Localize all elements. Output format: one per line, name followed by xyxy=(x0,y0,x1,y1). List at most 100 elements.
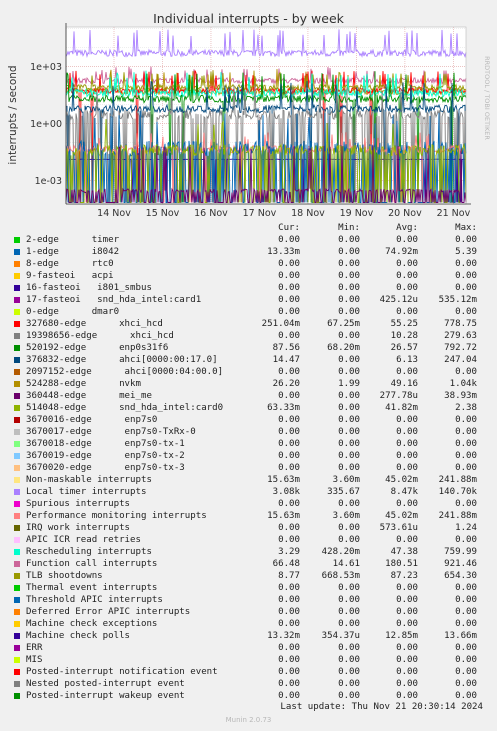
legend-value-max: 0.00 xyxy=(455,259,477,269)
legend-row: 3670019-edge enp7s0-tx-2 0.00 0.00 0.00 0.00 xyxy=(0,450,497,462)
legend-value-max: 0.00 xyxy=(455,271,477,281)
legend-swatch xyxy=(14,405,20,411)
legend-value-max: 1.04k xyxy=(449,379,477,389)
legend-value-max: 778.75 xyxy=(444,319,477,329)
legend-value-max: 13.66m xyxy=(444,631,477,641)
legend-swatch xyxy=(14,501,20,507)
legend-swatch xyxy=(14,549,20,555)
legend-swatch xyxy=(14,465,20,471)
legend-series-name: ERR xyxy=(26,643,43,653)
legend-swatch xyxy=(14,573,20,579)
x-tick-label: 15 Nov xyxy=(146,208,180,219)
legend-swatch xyxy=(14,525,20,531)
legend-row: Rescheduling interrupts 3.29 428.20m 47.38 7… xyxy=(0,546,497,558)
legend-series-name: Local timer interrupts xyxy=(26,487,147,497)
legend-swatch xyxy=(14,681,20,687)
legend-swatch xyxy=(14,645,20,651)
legend-swatch xyxy=(14,561,20,567)
legend-row: 19398656-edge xhci_hcd 0.00 0.00 10.28 279.6… xyxy=(0,330,497,342)
legend-value-max: 140.70k xyxy=(438,487,477,497)
legend-swatch xyxy=(14,537,20,543)
legend-value-max: 279.63 xyxy=(444,331,477,341)
legend-value-max: 0.00 xyxy=(455,463,477,473)
legend-series-name: Non-maskable interrupts xyxy=(26,475,152,485)
legend-series-name: 3670017-edge enp7s0-TxRx-0 xyxy=(26,427,196,437)
legend-row: MIS 0.00 0.00 0.00 0.00 xyxy=(0,654,497,666)
legend-row: Performance monitoring interrupts 15.63m 3… xyxy=(0,510,497,522)
legend-swatch xyxy=(14,693,20,699)
legend-swatch xyxy=(14,381,20,387)
munin-version: Munin 2.0.73 xyxy=(225,716,272,724)
legend-value-max: 0.00 xyxy=(455,283,477,293)
legend-swatch xyxy=(14,621,20,627)
legend-value-max: 0.00 xyxy=(455,535,477,545)
legend-header-row: Cur: Min: Avg: Max: xyxy=(0,222,497,234)
legend-row: TLB shootdowns 8.77 668.53m 87.23 654.30 xyxy=(0,570,497,582)
legend-series-name: 360448-edge mei_me xyxy=(26,391,152,401)
legend-row: APIC ICR read retries 0.00 0.00 0.00 0.00 xyxy=(0,534,497,546)
legend-series-name: 524288-edge nvkm xyxy=(26,379,141,389)
legend-series-name: Posted-interrupt notification event xyxy=(26,667,218,677)
legend-swatch xyxy=(14,273,20,279)
legend-value-max: 0.00 xyxy=(455,691,477,701)
legend-value-max: 0.00 xyxy=(455,679,477,689)
legend-swatch xyxy=(14,453,20,459)
legend-row: 524288-edge nvkm 26.20 1.99 49.16 1.04k xyxy=(0,378,497,390)
x-tick-label: 20 Nov xyxy=(388,208,422,219)
legend-swatch xyxy=(14,393,20,399)
legend-value-max: 38.93m xyxy=(444,391,477,401)
y-tick-label: 1e-03 xyxy=(35,176,62,187)
legend-swatch xyxy=(14,321,20,327)
legend-series-name: Machine check exceptions xyxy=(26,619,158,629)
y-tick-label: 1e+00 xyxy=(30,119,62,130)
legend-value-max: 654.30 xyxy=(444,571,477,581)
legend-series-name: 17-fasteoi snd_hda_intel:card1 xyxy=(26,295,202,305)
legend-series-name: Machine check polls xyxy=(26,631,131,641)
legend-row: 360448-edge mei_me 0.00 0.00 277.78u 38.93m xyxy=(0,390,497,402)
legend-value-max: 1.24 xyxy=(455,523,477,533)
legend-series-name: APIC ICR read retries xyxy=(26,535,141,545)
legend-value-max: 0.00 xyxy=(455,655,477,665)
legend-row: Local timer interrupts 3.08k 335.67 8.47k 14… xyxy=(0,486,497,498)
legend-row: 514048-edge snd_hda_intel:card0 63.33m 0.0… xyxy=(0,402,497,414)
legend-series-name: 2-edge timer xyxy=(26,235,120,245)
legend-swatch xyxy=(14,237,20,243)
legend-series-name: 3670018-edge enp7s0-tx-1 xyxy=(26,439,185,449)
legend-series-name: 2097152-edge ahci[0000:04:00.0] xyxy=(26,367,224,377)
legend-swatch xyxy=(14,585,20,591)
legend-row: IRQ work interrupts 0.00 0.00 573.61u 1.24 xyxy=(0,522,497,534)
chart-plot: 14 Nov 15 Nov 16 Nov 17 Nov 18 Nov 19 Nov 20 N… xyxy=(30,23,471,219)
legend-swatch xyxy=(14,285,20,291)
y-tick-label: 1e+03 xyxy=(30,62,62,73)
legend-swatch xyxy=(14,369,20,375)
x-tick-label: 18 Nov xyxy=(291,208,325,219)
legend-series-name: MIS xyxy=(26,655,43,665)
legend-value-max: 247.04 xyxy=(444,355,477,365)
legend-series-name: Rescheduling interrupts xyxy=(26,547,152,557)
legend-swatch xyxy=(14,477,20,483)
legend-swatch xyxy=(14,441,20,447)
legend-series-name: 520192-edge enp0s31f6 xyxy=(26,343,169,353)
legend-swatch xyxy=(14,357,20,363)
legend-series-name: Nested posted-interrupt event xyxy=(26,679,185,689)
legend-swatch xyxy=(14,513,20,519)
legend-value-max: 0.00 xyxy=(455,619,477,629)
legend-series-name: Thermal event interrupts xyxy=(26,583,158,593)
col-header-max: Max: xyxy=(455,223,477,233)
legend-row: Posted-interrupt notification event 0.00 0… xyxy=(0,666,497,678)
x-tick-label: 14 Nov xyxy=(97,208,131,219)
legend-row: Nested posted-interrupt event 0.00 0.00 0.0… xyxy=(0,678,497,690)
legend-swatch xyxy=(14,417,20,423)
legend-value-max: 0.00 xyxy=(455,607,477,617)
legend-value-max: 0.00 xyxy=(455,667,477,677)
legend-swatch xyxy=(14,249,20,255)
legend-swatch xyxy=(14,657,20,663)
legend-row: Machine check exceptions 0.00 0.00 0.00 0.00 xyxy=(0,618,497,630)
legend-row: Spurious interrupts 0.00 0.00 0.00 0.00 xyxy=(0,498,497,510)
x-tick-label: 17 Nov xyxy=(243,208,277,219)
legend-swatch xyxy=(14,261,20,267)
legend-swatch xyxy=(14,597,20,603)
legend-value-max: 759.99 xyxy=(444,547,477,557)
legend-value-max: 0.00 xyxy=(455,499,477,509)
legend-value-max: 0.00 xyxy=(455,643,477,653)
